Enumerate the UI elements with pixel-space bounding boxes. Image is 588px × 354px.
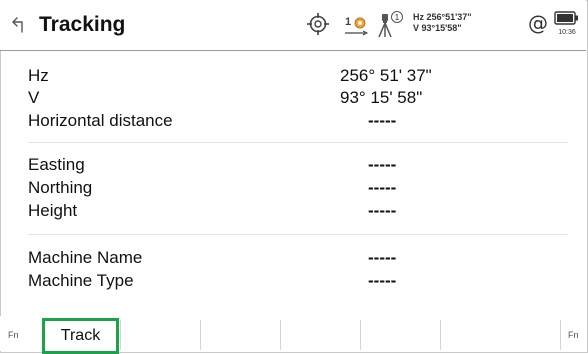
clock-time: 10:36 — [558, 29, 576, 36]
height-value: ----- — [368, 201, 397, 220]
prism-underline-icon — [345, 30, 369, 36]
machine-name-label: Machine Name — [28, 248, 143, 267]
section-divider — [28, 234, 568, 235]
section-divider — [28, 142, 568, 143]
machine-type-row: Machine Type ----- — [28, 271, 568, 293]
v-angle-readout: V 93°15'58" — [413, 23, 462, 33]
hz-label: Hz — [28, 66, 49, 85]
v-label: V — [28, 88, 40, 107]
height-label: Height — [28, 201, 78, 220]
tripod-icon[interactable]: 1 — [377, 10, 405, 38]
easting-value: ----- — [368, 155, 397, 174]
title-bar: Tracking 1 1 Hz 256°51'37" V 93°15'58" @ — [0, 0, 586, 50]
machine-type-label: Machine Type — [28, 271, 134, 290]
fn-key-left[interactable]: Fn — [8, 330, 19, 340]
at-icon[interactable]: @ — [528, 11, 548, 35]
machine-type-value: ----- — [368, 271, 397, 290]
hz-value: 256° 51' 37" — [340, 66, 432, 85]
track-button[interactable]: Track — [42, 318, 119, 354]
northing-value: ----- — [368, 178, 397, 197]
softkey-separator — [280, 320, 281, 350]
target-icon[interactable] — [307, 13, 329, 35]
easting-label: Easting — [28, 155, 85, 174]
angle-readout: Hz 256°51'37" V 93°15'58" — [413, 12, 503, 34]
fn-key-right[interactable]: Fn — [568, 330, 579, 340]
northing-label: Northing — [28, 178, 93, 197]
tripod-badge: 1 — [395, 13, 400, 22]
horizontal-distance-value: ----- — [368, 111, 397, 130]
hz-angle-readout: Hz 256°51'37" — [413, 12, 472, 22]
height-row: Height ----- — [28, 201, 568, 223]
battery-icon[interactable]: 10:36 — [554, 10, 580, 42]
softkey-separator — [200, 320, 201, 350]
horizontal-distance-row: Horizontal distance ----- — [28, 111, 568, 133]
v-value: 93° 15' 58" — [340, 88, 423, 107]
softkey-separator — [120, 320, 121, 350]
prism-constant: 1 — [345, 16, 352, 28]
page-title: Tracking — [39, 13, 126, 36]
machine-name-value: ----- — [368, 248, 397, 267]
horizontal-distance-label: Horizontal distance — [28, 111, 173, 130]
easting-row: Easting ----- — [28, 155, 568, 177]
northing-row: Northing ----- — [28, 178, 568, 200]
softkey-separator — [560, 320, 561, 350]
softkey-separator — [440, 320, 441, 350]
machine-name-row: Machine Name ----- — [28, 248, 568, 270]
hz-row: Hz 256° 51' 37" — [28, 66, 568, 88]
v-row: V 93° 15' 58" — [28, 88, 568, 110]
header-divider — [0, 50, 586, 51]
prism-dot-icon — [354, 17, 366, 29]
back-icon[interactable] — [10, 16, 28, 34]
softkey-separator — [360, 320, 361, 350]
prism-icon[interactable]: 1 — [345, 13, 369, 37]
battery-shape-icon — [554, 11, 578, 25]
